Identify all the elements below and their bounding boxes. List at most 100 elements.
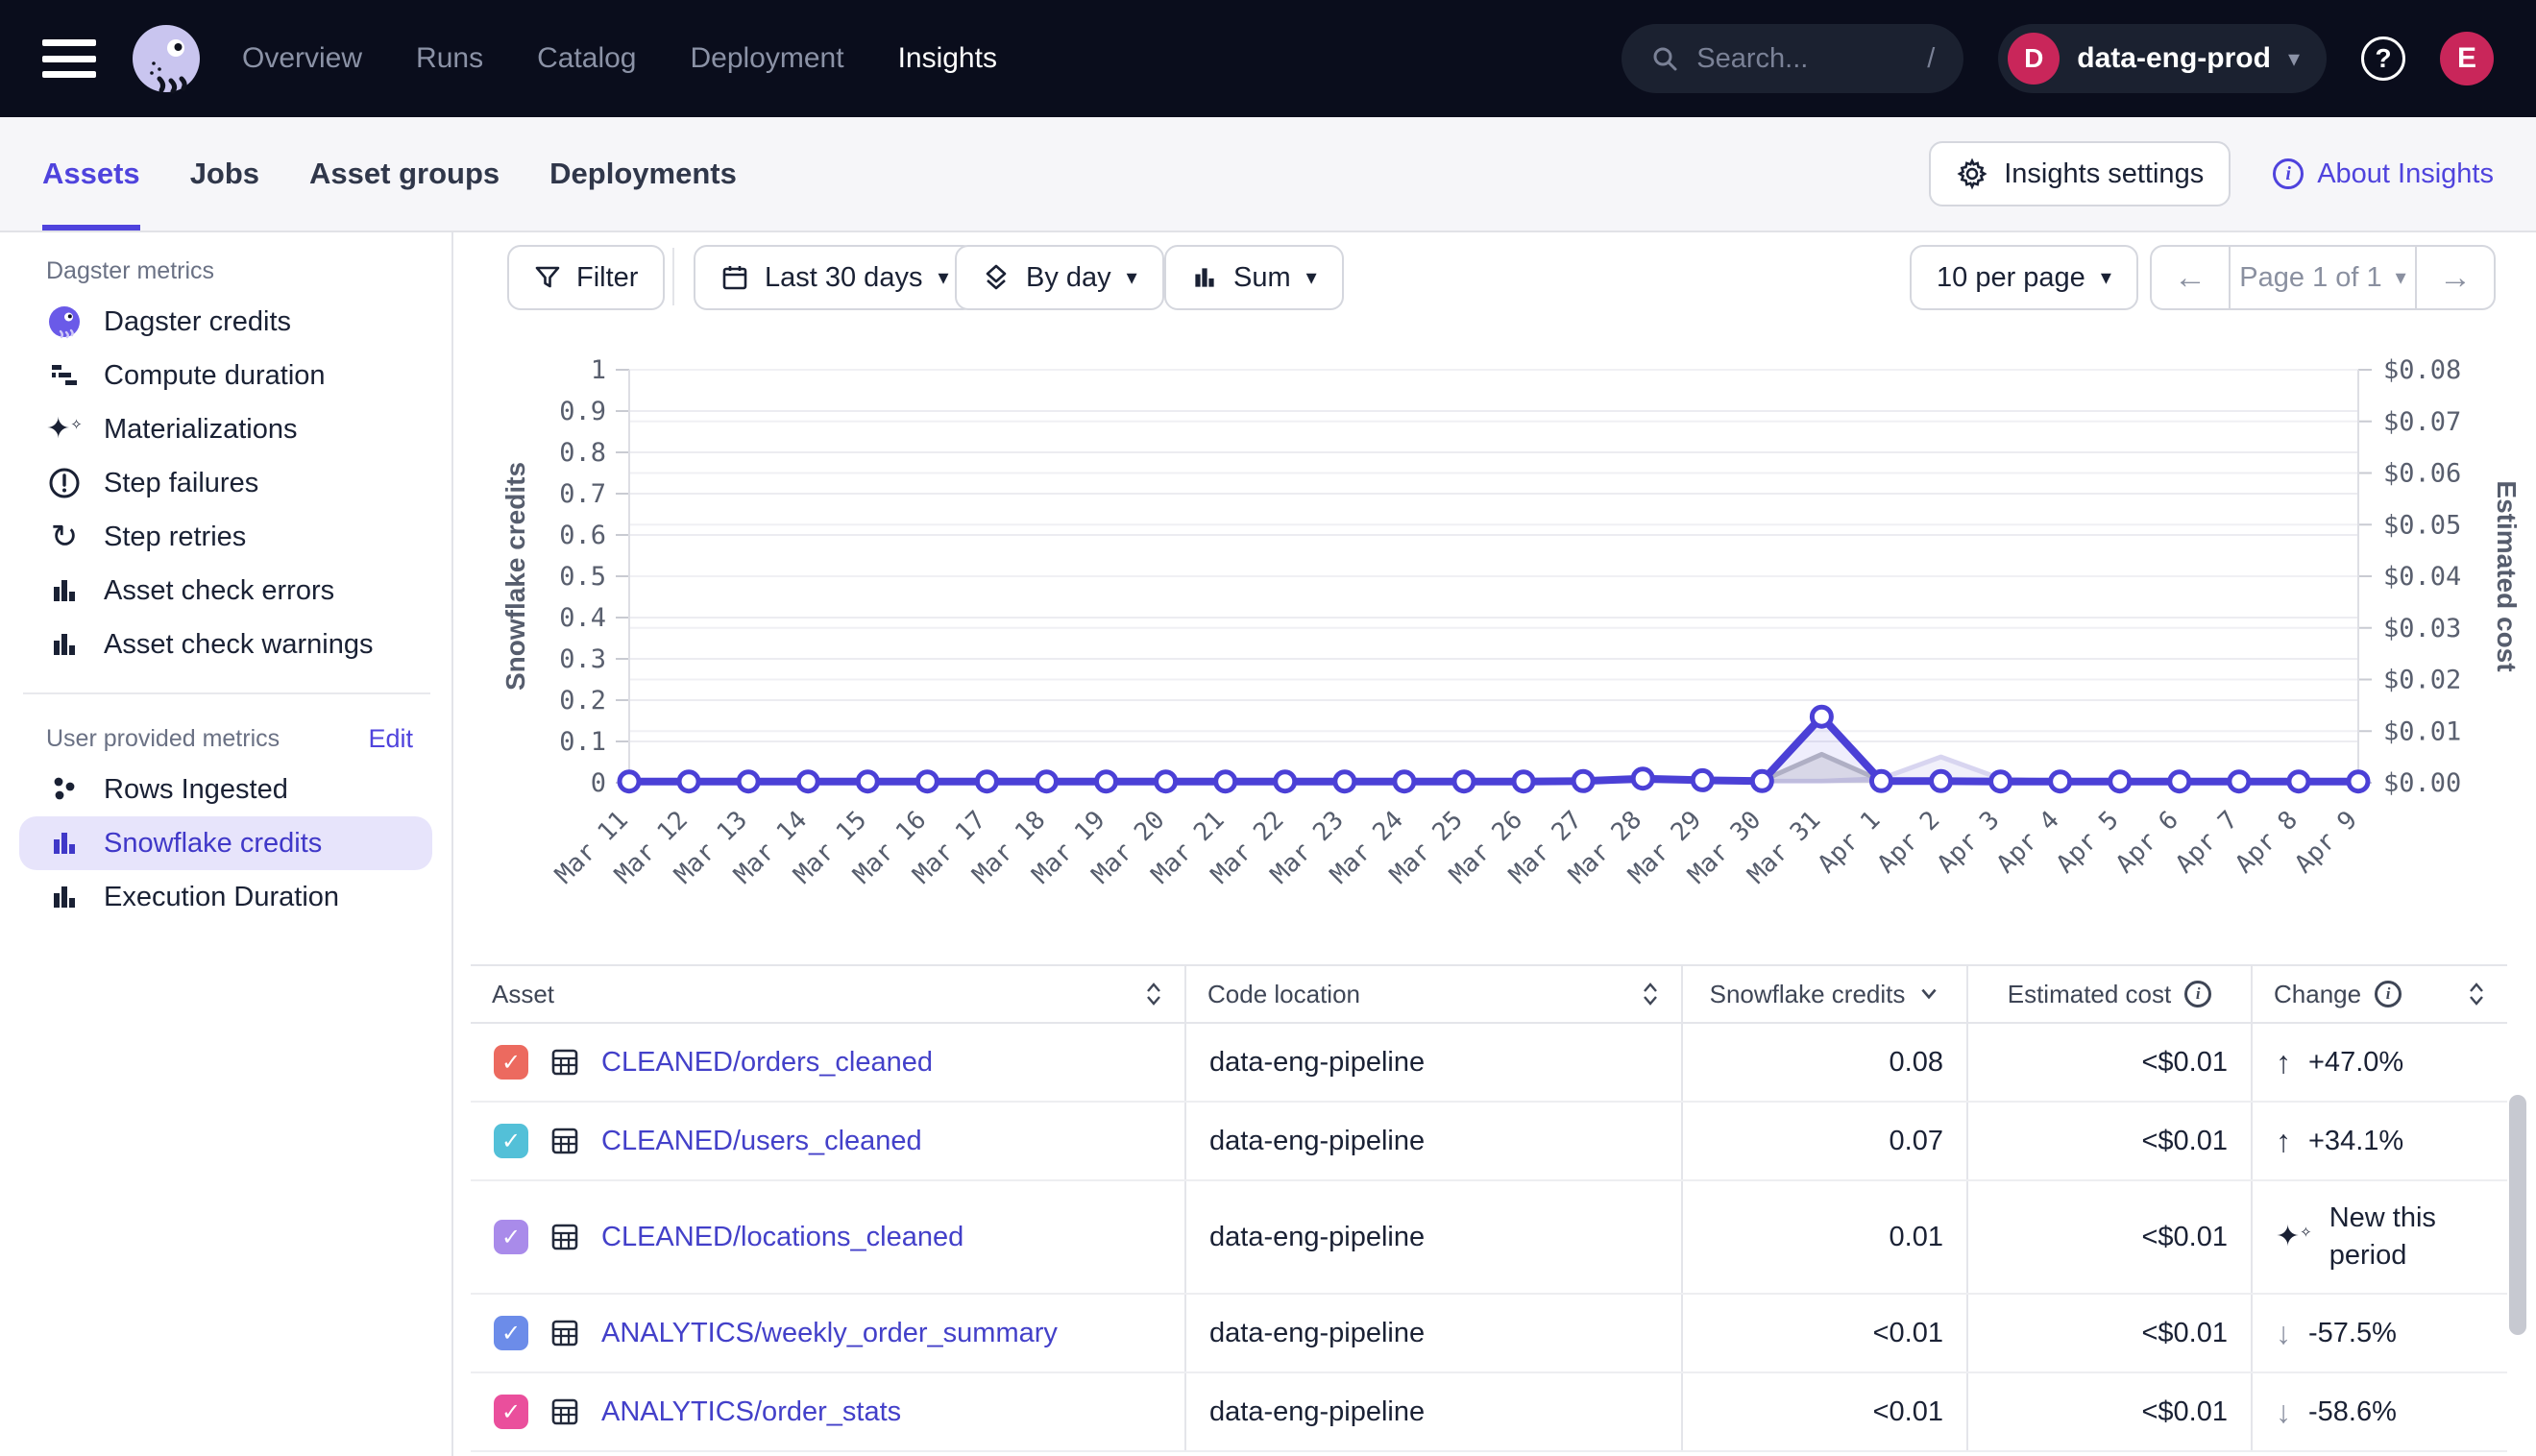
sidebar-section-title: User provided metrics: [0, 700, 280, 763]
tab-jobs[interactable]: Jobs: [190, 117, 259, 231]
data-point-marker[interactable]: [977, 772, 996, 791]
data-point-marker[interactable]: [1991, 772, 2011, 791]
next-page-button[interactable]: →: [2417, 247, 2494, 308]
column-header-estimated-cost[interactable]: Estimated cost i: [1967, 965, 2252, 1023]
sidebar-item-label: Snowflake credits: [104, 828, 322, 860]
data-point-marker[interactable]: [1693, 770, 1712, 789]
nav-item-overview[interactable]: Overview: [242, 42, 362, 75]
prev-page-button[interactable]: ←: [2152, 247, 2229, 308]
data-point-marker[interactable]: [1871, 771, 1890, 790]
sort-icon[interactable]: [1144, 982, 1163, 1007]
filter-button[interactable]: Filter: [507, 245, 665, 310]
data-point-marker[interactable]: [1812, 707, 1831, 726]
data-point-marker[interactable]: [1097, 772, 1116, 791]
asset-link[interactable]: ANALYTICS/weekly_order_summary: [601, 1318, 1058, 1349]
svg-text:$0.08: $0.08: [2383, 355, 2461, 385]
search-input[interactable]: Search... /: [1622, 24, 1963, 93]
insights-settings-button[interactable]: Insights settings: [1929, 141, 2231, 206]
change-cell: ↑+34.1%: [2252, 1102, 2507, 1180]
data-point-marker[interactable]: [1157, 772, 1176, 791]
sort-desc-icon[interactable]: [1918, 987, 1939, 1001]
user-avatar[interactable]: E: [2440, 32, 2494, 85]
svg-text:0.5: 0.5: [559, 562, 606, 592]
edit-metrics-link[interactable]: Edit: [368, 709, 413, 754]
granularity-button[interactable]: By day ▾: [955, 245, 1164, 310]
aggregation-button[interactable]: Sum ▾: [1164, 245, 1344, 310]
data-point-marker[interactable]: [1633, 769, 1652, 789]
asset-link[interactable]: ANALYTICS/order_stats: [601, 1396, 901, 1428]
data-point-marker[interactable]: [620, 772, 639, 791]
asset-link[interactable]: CLEANED/users_cleaned: [601, 1126, 922, 1157]
data-point-marker[interactable]: [1573, 771, 1593, 790]
tab-asset-groups[interactable]: Asset groups: [309, 117, 500, 231]
data-point-marker[interactable]: [1932, 771, 1951, 790]
sidebar-item-compute-duration[interactable]: Compute duration: [0, 349, 451, 402]
data-point-marker[interactable]: [2289, 772, 2308, 791]
sidebar-item-rows-ingested[interactable]: Rows Ingested: [0, 763, 451, 816]
column-header-change[interactable]: Change i: [2252, 965, 2507, 1023]
about-insights-link[interactable]: i About Insights: [2273, 158, 2494, 190]
deployment-name: data-eng-prod: [2077, 42, 2271, 75]
column-header-asset[interactable]: Asset: [471, 965, 1185, 1023]
data-point-marker[interactable]: [2170, 772, 2189, 791]
data-point-marker[interactable]: [1454, 772, 1474, 791]
sort-icon[interactable]: [1641, 982, 1660, 1007]
vertical-scrollbar[interactable]: [2509, 1095, 2526, 1335]
nav-item-catalog[interactable]: Catalog: [537, 42, 636, 75]
data-point-marker[interactable]: [1276, 772, 1295, 791]
sidebar-item-step-failures[interactable]: Step failures: [0, 456, 451, 510]
data-point-marker[interactable]: [1395, 772, 1414, 791]
page-indicator[interactable]: Page 1 of 1 ▾: [2229, 247, 2417, 308]
search-icon: [1650, 44, 1679, 73]
data-point-marker[interactable]: [2110, 772, 2130, 791]
data-point-marker[interactable]: [739, 772, 758, 791]
sidebar-item-snowflake-credits[interactable]: Snowflake credits: [19, 816, 432, 870]
asset-link[interactable]: CLEANED/locations_cleaned: [601, 1222, 963, 1253]
asset-checkbox[interactable]: ✓: [494, 1045, 528, 1080]
nav-item-deployment[interactable]: Deployment: [690, 42, 843, 75]
data-point-marker[interactable]: [1752, 771, 1771, 790]
sidebar-item-materializations[interactable]: ✦✧ Materializations: [0, 402, 451, 456]
asset-checkbox[interactable]: ✓: [494, 1395, 528, 1429]
asset-checkbox[interactable]: ✓: [494, 1316, 528, 1350]
data-point-marker[interactable]: [917, 772, 937, 791]
sidebar-item-step-retries[interactable]: ↻ Step retries: [0, 510, 451, 564]
data-point-marker[interactable]: [1514, 772, 1533, 791]
nav-item-runs[interactable]: Runs: [416, 42, 483, 75]
sidebar-item-execution-duration[interactable]: Execution Duration: [0, 870, 451, 924]
data-point-marker[interactable]: [1216, 772, 1235, 791]
data-point-marker[interactable]: [2349, 772, 2368, 791]
credits-line-chart[interactable]: 10.90.80.70.60.50.40.30.20.10$0.08$0.07$…: [461, 336, 2536, 932]
data-point-marker[interactable]: [858, 772, 877, 791]
date-range-button[interactable]: Last 30 days ▾: [694, 245, 976, 310]
credits-cell: <0.01: [1682, 1372, 1967, 1451]
data-point-marker[interactable]: [679, 772, 698, 791]
tab-assets[interactable]: Assets: [42, 117, 140, 231]
sidebar-item-asset-check-warnings[interactable]: Asset check warnings: [0, 618, 451, 671]
tab-deployments[interactable]: Deployments: [549, 117, 737, 231]
hamburger-menu-icon[interactable]: [42, 39, 96, 78]
data-point-marker[interactable]: [1335, 772, 1354, 791]
deployment-switcher[interactable]: D data-eng-prod ▾: [1998, 24, 2327, 93]
column-header-snowflake-credits[interactable]: Snowflake credits: [1682, 965, 1967, 1023]
asset-link[interactable]: CLEANED/orders_cleaned: [601, 1047, 933, 1079]
asset-checkbox[interactable]: ✓: [494, 1124, 528, 1158]
table-row: ✓ANALYTICS/weekly_order_summarydata-eng-…: [471, 1294, 2507, 1372]
cost-cell: <$0.01: [1967, 1180, 2252, 1294]
data-point-marker[interactable]: [2230, 772, 2249, 791]
dagster-logo[interactable]: [131, 23, 202, 94]
info-icon[interactable]: i: [2375, 981, 2402, 1007]
sort-icon[interactable]: [2467, 982, 2486, 1007]
data-point-marker[interactable]: [1036, 772, 1056, 791]
sidebar-item-asset-check-errors[interactable]: Asset check errors: [0, 564, 451, 618]
column-header-code-location[interactable]: Code location: [1185, 965, 1682, 1023]
data-point-marker[interactable]: [798, 772, 817, 791]
info-icon[interactable]: i: [2184, 981, 2211, 1007]
svg-text:$0.00: $0.00: [2383, 768, 2461, 798]
help-icon[interactable]: ?: [2361, 36, 2405, 81]
asset-checkbox[interactable]: ✓: [494, 1220, 528, 1254]
sidebar-item-dagster-credits[interactable]: Dagster credits: [0, 295, 451, 349]
data-point-marker[interactable]: [2051, 772, 2070, 791]
per-page-button[interactable]: 10 per page ▾: [1910, 245, 2138, 310]
nav-item-insights[interactable]: Insights: [898, 42, 997, 75]
